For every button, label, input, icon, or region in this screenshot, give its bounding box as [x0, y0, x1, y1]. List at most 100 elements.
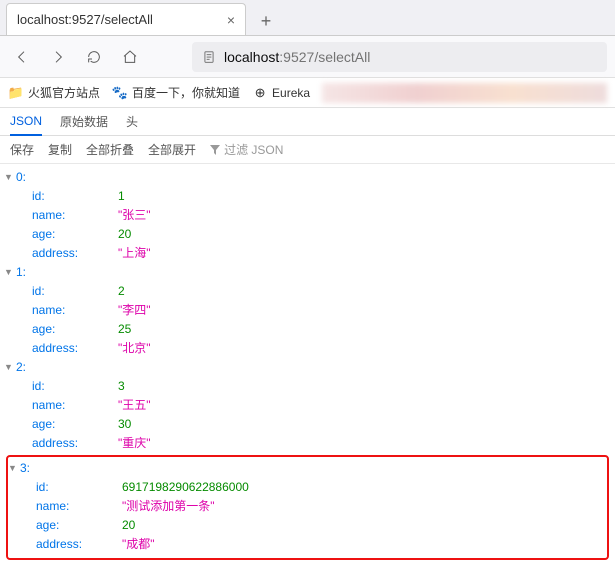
node-toggle[interactable]: ▼0: [4, 168, 611, 187]
json-value: "李四" [118, 301, 151, 320]
json-property[interactable]: address:"上海" [32, 244, 611, 263]
json-key: id: [32, 187, 118, 206]
node-toggle[interactable]: ▼2: [4, 358, 611, 377]
json-property[interactable]: id:1 [32, 187, 611, 206]
back-button[interactable] [8, 43, 36, 71]
json-property[interactable]: name:"张三" [32, 206, 611, 225]
home-button[interactable] [116, 43, 144, 71]
json-value: 6917198290622886000 [122, 478, 249, 497]
json-key: age: [36, 516, 122, 535]
json-property[interactable]: address:"重庆" [32, 434, 611, 453]
browser-tab[interactable]: localhost:9527/selectAll × [6, 3, 246, 35]
node-children: id:2name:"李四"age:25address:"北京" [4, 282, 611, 358]
json-key: name: [36, 497, 122, 516]
json-value: "成都" [122, 535, 155, 554]
json-property[interactable]: address:"北京" [32, 339, 611, 358]
json-property[interactable]: age:20 [36, 516, 607, 535]
filter-placeholder: 过滤 JSON [224, 141, 283, 158]
json-record: ▼2:id:3name:"王五"age:30address:"重庆" [4, 358, 611, 453]
address-bar[interactable]: localhost:9527/selectAll [192, 42, 607, 72]
json-value: 3 [118, 377, 125, 396]
tab-JSON[interactable]: JSON [10, 108, 42, 136]
tab-title: localhost:9527/selectAll [17, 12, 219, 27]
bookmark-label: 火狐官方站点 [28, 84, 100, 101]
json-property[interactable]: name:"李四" [32, 301, 611, 320]
json-property[interactable]: id:3 [32, 377, 611, 396]
bookmark-item[interactable]: 🐾百度一下，你就知道 [112, 84, 240, 101]
node-children: id:1name:"张三"age:20address:"上海" [4, 187, 611, 263]
json-key: address: [32, 339, 118, 358]
json-filter[interactable]: 过滤 JSON [210, 141, 283, 158]
json-property[interactable]: age:20 [32, 225, 611, 244]
json-record: ▼3:id:6917198290622886000name:"测试添加第一条"a… [6, 455, 609, 560]
toolbar-复制[interactable]: 复制 [48, 141, 72, 158]
json-value: 2 [118, 282, 125, 301]
array-index: 3: [20, 459, 30, 478]
json-viewer-tabs: JSON 原始数据头 [0, 108, 615, 136]
json-key: age: [32, 225, 118, 244]
array-index: 1: [16, 263, 26, 282]
chevron-down-icon: ▼ [4, 263, 14, 282]
json-property[interactable]: age:30 [32, 415, 611, 434]
json-record: ▼0:id:1name:"张三"age:20address:"上海" [4, 168, 611, 263]
json-key: name: [32, 301, 118, 320]
node-toggle[interactable]: ▼3: [8, 459, 607, 478]
url-text: localhost:9527/selectAll [224, 49, 370, 65]
json-key: address: [32, 244, 118, 263]
json-key: address: [32, 434, 118, 453]
forward-button[interactable] [44, 43, 72, 71]
bookmark-item[interactable]: 📁火狐官方站点 [8, 84, 100, 101]
close-icon[interactable]: × [227, 12, 235, 28]
chevron-down-icon: ▼ [4, 358, 14, 377]
json-value: 20 [118, 225, 131, 244]
json-value: 20 [122, 516, 135, 535]
json-key: name: [32, 206, 118, 225]
json-value: "王五" [118, 396, 151, 415]
array-index: 2: [16, 358, 26, 377]
nav-bar: localhost:9527/selectAll [0, 36, 615, 78]
bookmark-icon: 📁 [8, 85, 24, 101]
chevron-down-icon: ▼ [4, 168, 14, 187]
json-key: address: [36, 535, 122, 554]
json-value: 25 [118, 320, 131, 339]
bookmark-label: Eureka [272, 86, 310, 100]
json-key: name: [32, 396, 118, 415]
json-key: id: [36, 478, 122, 497]
json-property[interactable]: name:"测试添加第一条" [36, 497, 607, 516]
toolbar-全部展开[interactable]: 全部展开 [148, 141, 196, 158]
blurred-bookmarks [322, 83, 607, 103]
json-key: id: [32, 282, 118, 301]
tab-头[interactable]: 头 [126, 108, 138, 136]
json-key: age: [32, 320, 118, 339]
json-property[interactable]: id:6917198290622886000 [36, 478, 607, 497]
json-property[interactable]: address:"成都" [36, 535, 607, 554]
bookmark-icon: 🐾 [112, 85, 128, 101]
tab-原始数据[interactable]: 原始数据 [60, 108, 108, 136]
json-record: ▼1:id:2name:"李四"age:25address:"北京" [4, 263, 611, 358]
chevron-down-icon: ▼ [8, 459, 18, 478]
json-property[interactable]: name:"王五" [32, 396, 611, 415]
node-children: id:3name:"王五"age:30address:"重庆" [4, 377, 611, 453]
json-value: 30 [118, 415, 131, 434]
array-index: 0: [16, 168, 26, 187]
json-toolbar: 保存复制全部折叠全部展开 过滤 JSON [0, 136, 615, 164]
toolbar-全部折叠[interactable]: 全部折叠 [86, 141, 134, 158]
json-key: id: [32, 377, 118, 396]
toolbar-保存[interactable]: 保存 [10, 141, 34, 158]
page-icon [202, 50, 216, 64]
json-key: age: [32, 415, 118, 434]
json-value: 1 [118, 187, 125, 206]
reload-button[interactable] [80, 43, 108, 71]
json-value: "张三" [118, 206, 151, 225]
json-value: "重庆" [118, 434, 151, 453]
json-property[interactable]: age:25 [32, 320, 611, 339]
bookmark-item[interactable]: ⊕Eureka [252, 85, 310, 101]
json-value: "上海" [118, 244, 151, 263]
json-tree: ▼0:id:1name:"张三"age:20address:"上海"▼1:id:… [0, 164, 615, 566]
new-tab-button[interactable]: + [252, 7, 280, 35]
node-children: id:6917198290622886000name:"测试添加第一条"age:… [8, 478, 607, 554]
node-toggle[interactable]: ▼1: [4, 263, 611, 282]
json-property[interactable]: id:2 [32, 282, 611, 301]
bookmarks-bar: 📁火狐官方站点 🐾百度一下，你就知道 ⊕Eureka [0, 78, 615, 108]
json-value: "北京" [118, 339, 151, 358]
